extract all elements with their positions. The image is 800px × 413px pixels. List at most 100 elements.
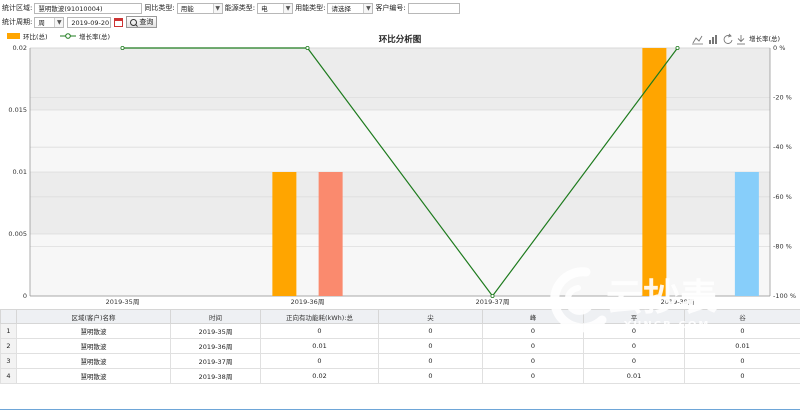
cell-peak: 0 (482, 338, 584, 354)
line-point[interactable] (675, 46, 680, 51)
region-field[interactable]: 慧明散波(91010004) (34, 2, 143, 14)
period-select[interactable]: 周 ▼ (34, 16, 65, 28)
column-header-index (0, 309, 17, 324)
cell-time: 2019-36周 (170, 338, 261, 354)
chart-toolbar: 增长率(总) (692, 33, 780, 45)
energy-type-select[interactable]: 电 ▼ (257, 2, 294, 14)
usage-type-select[interactable]: 请选择 ▼ (327, 2, 374, 14)
line-point[interactable] (120, 46, 125, 51)
download-icon[interactable] (737, 35, 745, 45)
refresh-icon[interactable] (723, 33, 733, 44)
compare-type-value: 用能 (180, 4, 194, 13)
bar-chart-icon[interactable] (709, 35, 717, 44)
chart-legend: 环比(总) 增长率(总) (7, 32, 110, 41)
cell-time: 2019-38周 (170, 368, 261, 384)
y-left-tick-label: 0.02 (13, 44, 27, 52)
watermark-subtext: YUNCB.COM (623, 320, 710, 331)
compare-type-select[interactable]: 用能 ▼ (176, 2, 223, 14)
x-tick-label: 2019-37周 (476, 298, 510, 306)
bottom-border (0, 409, 800, 410)
legend-swatch-bar (7, 33, 20, 39)
row-index: 4 (0, 368, 17, 384)
energy-type-label: 能源类型: (224, 4, 256, 12)
compare-type-label: 同比类型: (144, 4, 175, 12)
legend-marker-line (65, 33, 71, 39)
y-right-tick-label: -20 % (773, 94, 792, 102)
cell-region: 慧明散波 (16, 323, 171, 339)
chevron-down-icon: ▼ (212, 3, 222, 13)
chart-bar[interactable] (642, 48, 667, 296)
column-header-total[interactable]: 正向有功能耗(kWh):总 (260, 309, 379, 324)
chart-bar[interactable] (318, 172, 343, 296)
column-header-time[interactable]: 时间 (170, 309, 261, 324)
chevron-down-icon: ▼ (54, 17, 64, 27)
cell-valley: 0 (684, 353, 800, 369)
y-right-tick-label: -40 % (773, 143, 792, 151)
y-right-tick-label: -60 % (773, 193, 792, 201)
y-left-tick-label: 0.01 (13, 168, 27, 176)
usage-type-value: 请选择 (331, 4, 351, 13)
chevron-down-icon: ▼ (283, 3, 293, 13)
y-left-tick-label: 0.015 (8, 106, 27, 114)
region-label: 统计区域: (2, 4, 33, 12)
watermark-text: 云抄表 (606, 276, 717, 319)
calendar-icon[interactable] (114, 17, 124, 27)
cell-total: 0 (260, 353, 379, 369)
cell-region: 慧明散波 (16, 338, 171, 354)
y-left-tick-label: 0.005 (8, 230, 27, 238)
y-right-tick-label: -80 % (773, 242, 792, 250)
cell-peak: 0 (482, 368, 584, 384)
row-index: 1 (0, 323, 17, 339)
y-left-tick-label: 0 (23, 292, 27, 300)
date-value: 2019-09-20 (71, 18, 110, 27)
table-row[interactable]: 2 慧明散波 2019-36周 0.01 0 0 0 0.01 (0, 338, 800, 354)
cell-flat: 0 (583, 353, 685, 369)
cell-sharp: 0 (378, 323, 483, 339)
legend-label-bar[interactable]: 环比(总) (23, 32, 48, 41)
date-input[interactable]: 2019-09-20 (67, 16, 112, 28)
cell-time: 2019-37周 (170, 353, 261, 369)
customer-no-input[interactable] (407, 2, 460, 14)
cell-sharp: 0 (378, 353, 483, 369)
line-point[interactable] (305, 46, 310, 51)
chart-bar[interactable] (272, 172, 297, 296)
cell-valley: 0.01 (684, 338, 800, 354)
cell-sharp: 0 (378, 338, 483, 354)
cell-total: 0.01 (260, 338, 379, 354)
cell-total: 0.02 (260, 368, 379, 384)
filter-row-1: 统计区域: 慧明散波(91010004) 同比类型: 用能 ▼ 能源类型: 电 … (0, 1, 460, 15)
cell-time: 2019-35周 (170, 323, 261, 339)
table-row[interactable]: 4 慧明散波 2019-38周 0.02 0 0 0.01 0 (0, 368, 800, 384)
cell-flat: 0 (583, 338, 685, 354)
line-chart-icon[interactable] (692, 35, 703, 45)
column-header-region[interactable]: 区域(客户)名称 (16, 309, 171, 324)
cell-sharp: 0 (378, 368, 483, 384)
region-value: 慧明散波(91010004) (38, 4, 103, 13)
filter-toolbar: 统计区域: 慧明散波(91010004) 同比类型: 用能 ▼ 能源类型: 电 … (0, 0, 800, 30)
cell-peak: 0 (482, 353, 584, 369)
series-toggle-label[interactable]: 增长率(总) (749, 34, 780, 43)
chart-title: 环比分析图 (379, 34, 422, 45)
cell-total: 0 (260, 323, 379, 339)
search-icon (130, 18, 138, 26)
y-right-tick-label: 0 % (773, 44, 785, 52)
query-button-label: 查询 (139, 18, 154, 26)
query-button[interactable]: 查询 (126, 16, 158, 28)
column-header-sharp[interactable]: 尖 (378, 309, 483, 324)
watermark-logo: 云抄表 YUNCB.COM (550, 267, 717, 333)
x-tick-label: 2019-36周 (291, 298, 325, 306)
customer-no-label: 客户编号: (375, 4, 406, 12)
chevron-down-icon: ▼ (363, 3, 373, 13)
period-label: 统计周期: (2, 18, 33, 26)
x-tick-label: 2019-35周 (106, 298, 140, 306)
row-index: 2 (0, 338, 17, 354)
cell-flat: 0.01 (583, 368, 685, 384)
filter-row-2: 统计周期: 周 ▼ 2019-09-20 查询 (0, 15, 158, 29)
cell-region: 慧明散波 (16, 368, 171, 384)
legend-label-line[interactable]: 增长率(总) (79, 32, 110, 41)
row-index: 3 (0, 353, 17, 369)
cell-valley: 0 (684, 368, 800, 384)
usage-type-label: 用能类型: (295, 4, 326, 12)
table-row[interactable]: 3 慧明散波 2019-37周 0 0 0 0 0 (0, 353, 800, 369)
y-right-tick-label: -100 % (773, 292, 796, 300)
